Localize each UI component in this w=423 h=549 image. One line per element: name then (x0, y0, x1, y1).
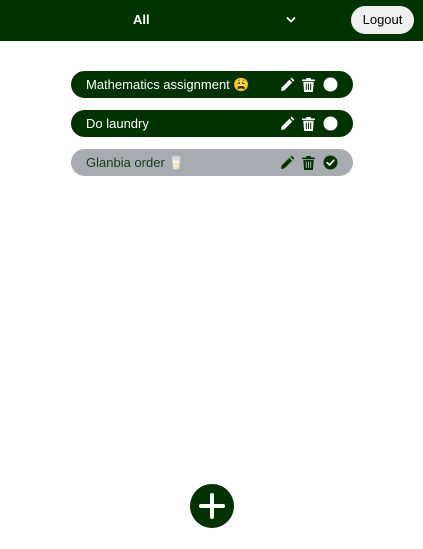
todo-actions (273, 115, 339, 132)
filter-dropdown[interactable]: All (0, 0, 330, 41)
trash-icon[interactable] (300, 115, 317, 132)
trash-icon[interactable] (300, 76, 317, 93)
filter-label: All (133, 12, 150, 27)
todo-text: Do laundry (86, 116, 149, 131)
todo-list: Mathematics assignment 😩 Do laundry Glan… (71, 71, 353, 188)
circle-icon[interactable] (322, 76, 339, 93)
todo-item: Do laundry (71, 110, 353, 137)
chevron-down-icon (286, 17, 296, 23)
pencil-icon[interactable] (278, 115, 295, 132)
todo-item-completed: Glanbia order 🥛 (71, 149, 353, 176)
trash-icon[interactable] (300, 154, 317, 171)
todo-text: Mathematics assignment 😩 (86, 77, 250, 92)
todo-text: Glanbia order 🥛 (86, 155, 185, 170)
pencil-icon[interactable] (278, 154, 295, 171)
todo-item: Mathematics assignment 😩 (71, 71, 353, 98)
plus-icon (199, 493, 225, 519)
todo-actions (273, 154, 339, 171)
todo-actions (273, 76, 339, 93)
add-todo-button[interactable] (190, 484, 234, 528)
check-circle-icon[interactable] (322, 154, 339, 171)
logout-button[interactable]: Logout (351, 6, 414, 34)
pencil-icon[interactable] (278, 76, 295, 93)
top-bar: All Logout (0, 0, 423, 41)
circle-icon[interactable] (322, 115, 339, 132)
